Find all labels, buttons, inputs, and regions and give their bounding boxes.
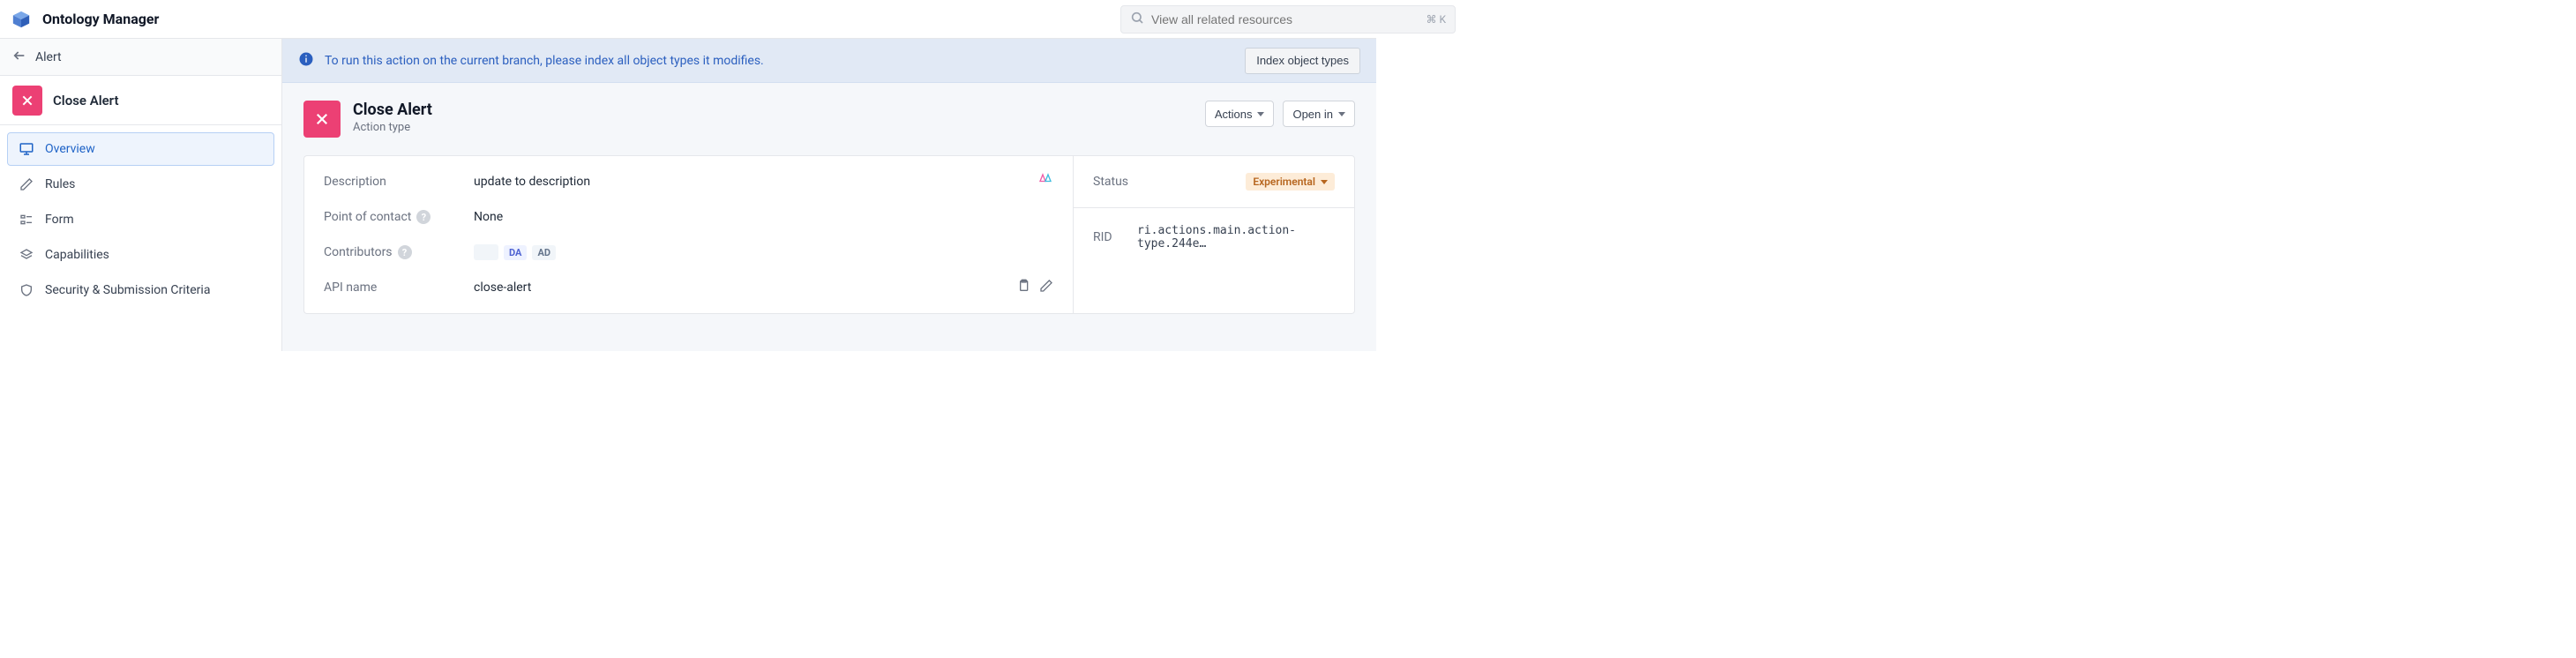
close-icon bbox=[303, 101, 341, 138]
sidebar-item-label: Capabilities bbox=[45, 248, 109, 262]
caret-down-icon bbox=[1257, 112, 1264, 116]
breadcrumb-label: Alert bbox=[35, 50, 62, 64]
sidebar-item-overview[interactable]: Overview bbox=[7, 132, 274, 166]
poc-label: Point of contact ? bbox=[324, 210, 474, 224]
pencil-icon bbox=[19, 176, 34, 192]
monitor-icon bbox=[19, 141, 34, 157]
page-subtitle: Action type bbox=[353, 121, 432, 134]
sidebar-item-label: Form bbox=[45, 213, 74, 227]
status-label: Status bbox=[1093, 175, 1164, 189]
breadcrumb[interactable]: Alert bbox=[0, 39, 281, 76]
sidebar-item-rules[interactable]: Rules bbox=[7, 168, 274, 201]
sidebar-item-label: Security & Submission Criteria bbox=[45, 283, 210, 297]
contributors-label: Contributors ? bbox=[324, 245, 474, 259]
sidebar-item-label: Overview bbox=[45, 142, 95, 156]
actions-button[interactable]: Actions bbox=[1205, 101, 1275, 127]
contributor-chip: AD bbox=[532, 245, 556, 260]
rid-label: RID bbox=[1093, 230, 1137, 244]
rid-value: ri.actions.main.action-type.244e… bbox=[1137, 224, 1335, 250]
sidebar: Alert Close Alert Overview bbox=[0, 39, 282, 351]
open-in-button[interactable]: Open in bbox=[1283, 101, 1355, 127]
page-header: Close Alert Action type Actions Open in bbox=[303, 101, 1355, 138]
sidebar-title: Close Alert bbox=[53, 93, 119, 108]
form-icon bbox=[19, 212, 34, 228]
ai-assist-icon[interactable] bbox=[1037, 172, 1053, 191]
edit-icon[interactable] bbox=[1039, 279, 1053, 296]
sidebar-item-form[interactable]: Form bbox=[7, 203, 274, 236]
back-arrow-icon[interactable] bbox=[12, 49, 26, 66]
banner-message: To run this action on the current branch… bbox=[325, 54, 764, 68]
search-shortcut: ⌘ K bbox=[1426, 13, 1446, 26]
contributor-chip bbox=[474, 244, 498, 260]
sidebar-item-security[interactable]: Security & Submission Criteria bbox=[7, 273, 274, 307]
info-icon bbox=[298, 51, 314, 71]
description-value: update to description bbox=[474, 175, 1037, 189]
topbar: Ontology Manager ⌘ K New bbox=[0, 0, 1376, 39]
help-icon[interactable]: ? bbox=[416, 210, 431, 224]
api-name-label: API name bbox=[324, 280, 474, 295]
sidebar-nav: Overview Rules Form bbox=[0, 125, 281, 314]
description-label: Description bbox=[324, 175, 474, 189]
api-name-value: close-alert bbox=[474, 280, 1016, 295]
search-box[interactable]: ⌘ K bbox=[1120, 5, 1456, 34]
sidebar-item-label: Rules bbox=[45, 177, 75, 191]
app-logo-icon bbox=[11, 9, 32, 30]
clipboard-icon[interactable] bbox=[1016, 279, 1030, 296]
caret-down-icon bbox=[1321, 180, 1328, 184]
contributors-value: DA AD bbox=[474, 244, 1053, 260]
search-icon bbox=[1130, 11, 1144, 28]
contributor-chip: DA bbox=[504, 245, 527, 260]
status-panel: Status Experimental RID ri.actions. bbox=[1073, 155, 1355, 314]
caret-down-icon bbox=[1338, 112, 1345, 116]
poc-value: None bbox=[474, 210, 1053, 224]
search-input[interactable] bbox=[1151, 12, 1419, 26]
app-title: Ontology Manager bbox=[42, 11, 159, 27]
stack-icon bbox=[19, 247, 34, 263]
sidebar-header: Close Alert bbox=[0, 76, 281, 125]
main-content: To run this action on the current branch… bbox=[282, 39, 1376, 351]
sidebar-item-capabilities[interactable]: Capabilities bbox=[7, 238, 274, 272]
index-object-types-button[interactable]: Index object types bbox=[1245, 48, 1360, 74]
close-icon bbox=[12, 86, 42, 116]
info-banner: To run this action on the current branch… bbox=[282, 39, 1376, 83]
help-icon[interactable]: ? bbox=[398, 245, 412, 259]
page-title: Close Alert bbox=[353, 101, 432, 119]
shield-icon bbox=[19, 282, 34, 298]
details-panel: Description update to description bbox=[303, 155, 1073, 314]
status-dropdown[interactable]: Experimental bbox=[1246, 173, 1335, 191]
